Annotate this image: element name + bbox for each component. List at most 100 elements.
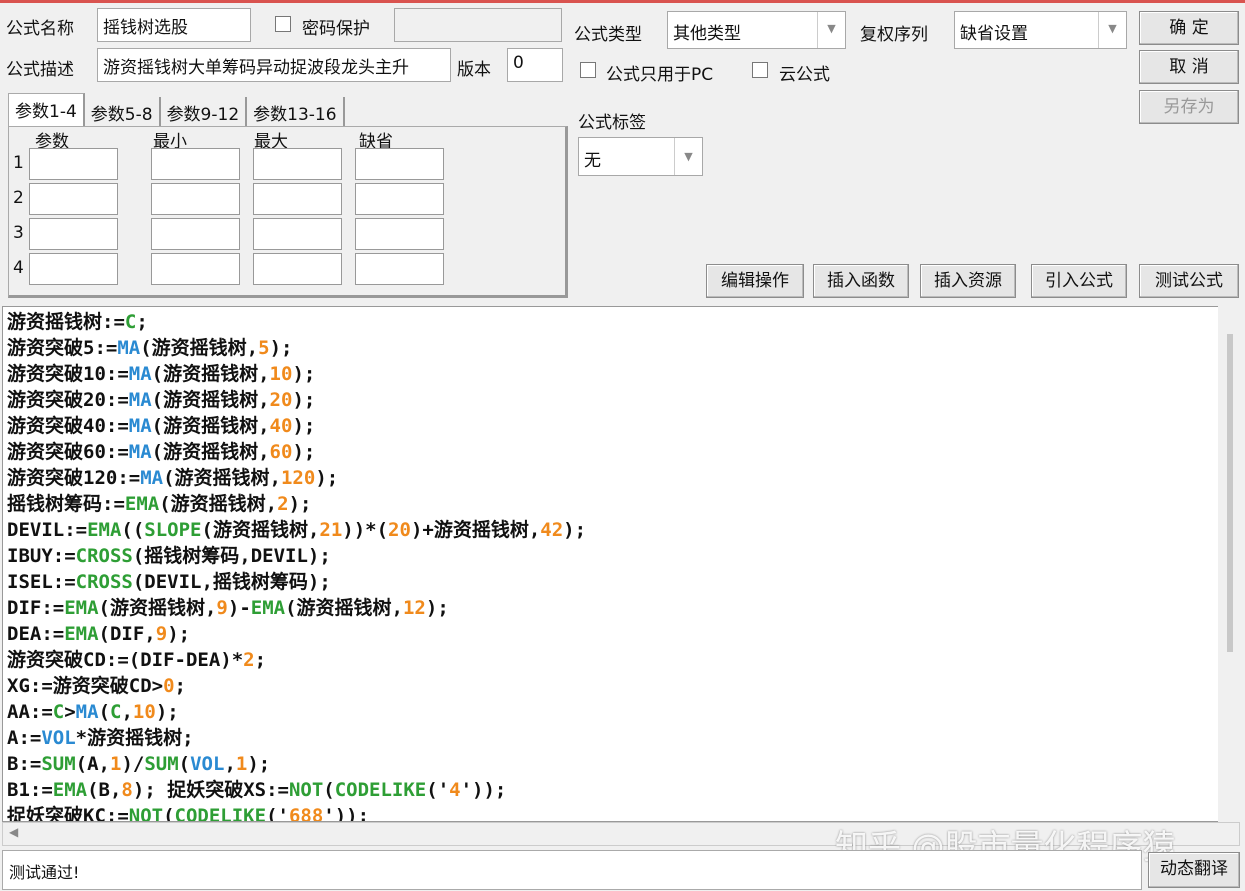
formula-type-value: 其他类型	[673, 24, 741, 44]
code-text: (游资摇钱树,	[163, 467, 281, 489]
param-param-input[interactable]	[29, 183, 118, 215]
code-text: 游资突破5:=	[7, 337, 118, 359]
code-line: 游资突破40:=MA(游资摇钱树,40);	[7, 413, 586, 439]
param-max-input[interactable]	[253, 183, 342, 215]
code-text: (DEVIL,摇钱树筹码);	[132, 571, 331, 593]
formula-tag-select[interactable]: 无 ▼	[578, 137, 703, 176]
param-min-input[interactable]	[151, 218, 240, 250]
code-text: (游资摇钱树,	[285, 597, 403, 619]
cancel-button[interactable]: 取 消	[1139, 50, 1239, 84]
import-formula-button[interactable]: 引入公式	[1031, 264, 1127, 298]
code-line: B:=SUM(A,1)/SUM(VOL,1);	[7, 751, 586, 777]
code-content[interactable]: 游资摇钱树:=C; 游资突破5:=MA(游资摇钱树,5); 游资突破10:=MA(游…	[7, 309, 586, 822]
param-param-input[interactable]	[29, 148, 118, 180]
param-max-input[interactable]	[253, 218, 342, 250]
code-function: EMA	[87, 519, 122, 541]
code-text: );	[292, 441, 316, 463]
code-text: 游资突破120:=	[7, 467, 141, 489]
ok-button[interactable]: 确 定	[1139, 11, 1239, 45]
code-function: CROSS	[75, 571, 133, 593]
code-line: 捉妖突破KC:=NOT(CODELIKE('688'));	[7, 803, 586, 822]
scroll-left-icon[interactable]: ◀	[9, 825, 18, 839]
code-text: 游资突破60:=	[7, 441, 129, 463]
param-param-input[interactable]	[29, 218, 118, 250]
code-function: C	[52, 701, 65, 723]
chevron-down-icon: ▼	[674, 138, 702, 175]
insert-function-button[interactable]: 插入函数	[813, 264, 909, 298]
code-text: (游资摇钱树,	[140, 337, 259, 359]
code-line: 游资突破20:=MA(游资摇钱树,20);	[7, 387, 586, 413]
save-as-button[interactable]: 另存为	[1139, 90, 1239, 124]
code-number: 10	[269, 363, 293, 385]
tab-params-1-4[interactable]: 参数1-4	[8, 93, 85, 127]
code-number: 4	[449, 779, 461, 801]
code-text: DIF:=	[7, 597, 65, 619]
code-text: (游资摇钱树,	[151, 363, 270, 385]
code-text: );	[563, 519, 587, 541]
password-input[interactable]	[394, 8, 562, 42]
edit-ops-button[interactable]: 编辑操作	[706, 264, 804, 298]
code-line: DEVIL:=EMA((SLOPE(游资摇钱树,21))*(20)+游资摇钱树,…	[7, 517, 586, 543]
code-text: ,	[121, 701, 133, 723]
code-text: '));	[323, 805, 370, 822]
code-text: (游资摇钱树,	[151, 441, 270, 463]
code-text: ;	[254, 649, 267, 671]
formula-name-input[interactable]: 摇钱树选股	[97, 8, 251, 42]
param-tabs: 参数1-4 参数5-8 参数9-12 参数13-16	[8, 93, 345, 127]
code-text: '));	[460, 779, 507, 801]
code-number: 1	[235, 753, 248, 775]
status-bar: 测试通过!	[2, 850, 1142, 890]
code-number: 2	[277, 493, 289, 515]
code-function: CROSS	[75, 545, 133, 567]
code-number: 20	[269, 389, 293, 411]
code-function: MA	[117, 337, 141, 359]
code-function: MA	[75, 701, 99, 723]
code-text: XG:=游资突破CD>	[7, 675, 164, 697]
dynamic-translate-button[interactable]: 动态翻译	[1148, 852, 1240, 888]
code-line: DEA:=EMA(DIF,9);	[7, 621, 586, 647]
code-text: 游资摇钱树:=	[7, 311, 125, 333]
code-text: 游资突破10:=	[7, 363, 129, 385]
param-default-input[interactable]	[355, 183, 444, 215]
formula-desc-input[interactable]: 游资摇钱树大单筹码异动捉波段龙头主升	[97, 48, 451, 82]
code-function: C	[124, 311, 137, 333]
tab-params-5-8[interactable]: 参数5-8	[85, 97, 161, 127]
params-panel: 参数 最小 最大 缺省 1234	[8, 126, 568, 298]
chevron-down-icon: ▼	[1098, 12, 1126, 48]
param-param-input[interactable]	[29, 253, 118, 285]
code-text: (	[323, 779, 335, 801]
tab-params-9-12[interactable]: 参数9-12	[161, 97, 248, 127]
code-text: )+游资摇钱树,	[410, 519, 541, 541]
version-input[interactable]: 0	[507, 48, 563, 82]
code-text: (	[98, 701, 111, 723]
tab-params-13-16[interactable]: 参数13-16	[247, 97, 345, 127]
cloud-checkbox[interactable]	[752, 62, 768, 78]
pc-only-checkbox[interactable]	[580, 62, 596, 78]
code-function: EMA	[64, 623, 99, 645]
param-min-input[interactable]	[151, 148, 240, 180]
code-text: ;	[136, 311, 148, 333]
vertical-scroll-thumb[interactable]	[1227, 334, 1233, 652]
code-text: ))*(	[342, 519, 389, 541]
password-checkbox[interactable]	[275, 16, 291, 32]
code-text: (游资摇钱树,	[151, 415, 270, 437]
param-default-input[interactable]	[355, 148, 444, 180]
param-default-input[interactable]	[355, 218, 444, 250]
code-number: 10	[132, 701, 156, 723]
cloud-label: 云公式	[779, 65, 830, 85]
code-editor[interactable]: 游资摇钱树:=C; 游资突破5:=MA(游资摇钱树,5); 游资突破10:=MA(游…	[2, 306, 1240, 822]
code-line: 游资突破5:=MA(游资摇钱树,5);	[7, 335, 586, 361]
insert-resource-button[interactable]: 插入资源	[920, 264, 1016, 298]
code-text: (	[178, 753, 191, 775]
code-number: 1	[109, 753, 122, 775]
param-min-input[interactable]	[151, 183, 240, 215]
param-max-input[interactable]	[253, 148, 342, 180]
rights-select[interactable]: 缺省设置 ▼	[954, 11, 1127, 49]
rights-label: 复权序列	[860, 25, 928, 45]
param-max-input[interactable]	[253, 253, 342, 285]
param-min-input[interactable]	[151, 253, 240, 285]
test-formula-button[interactable]: 测试公式	[1139, 264, 1239, 298]
code-text: ;	[174, 675, 186, 697]
formula-type-select[interactable]: 其他类型 ▼	[667, 11, 846, 49]
param-default-input[interactable]	[355, 253, 444, 285]
